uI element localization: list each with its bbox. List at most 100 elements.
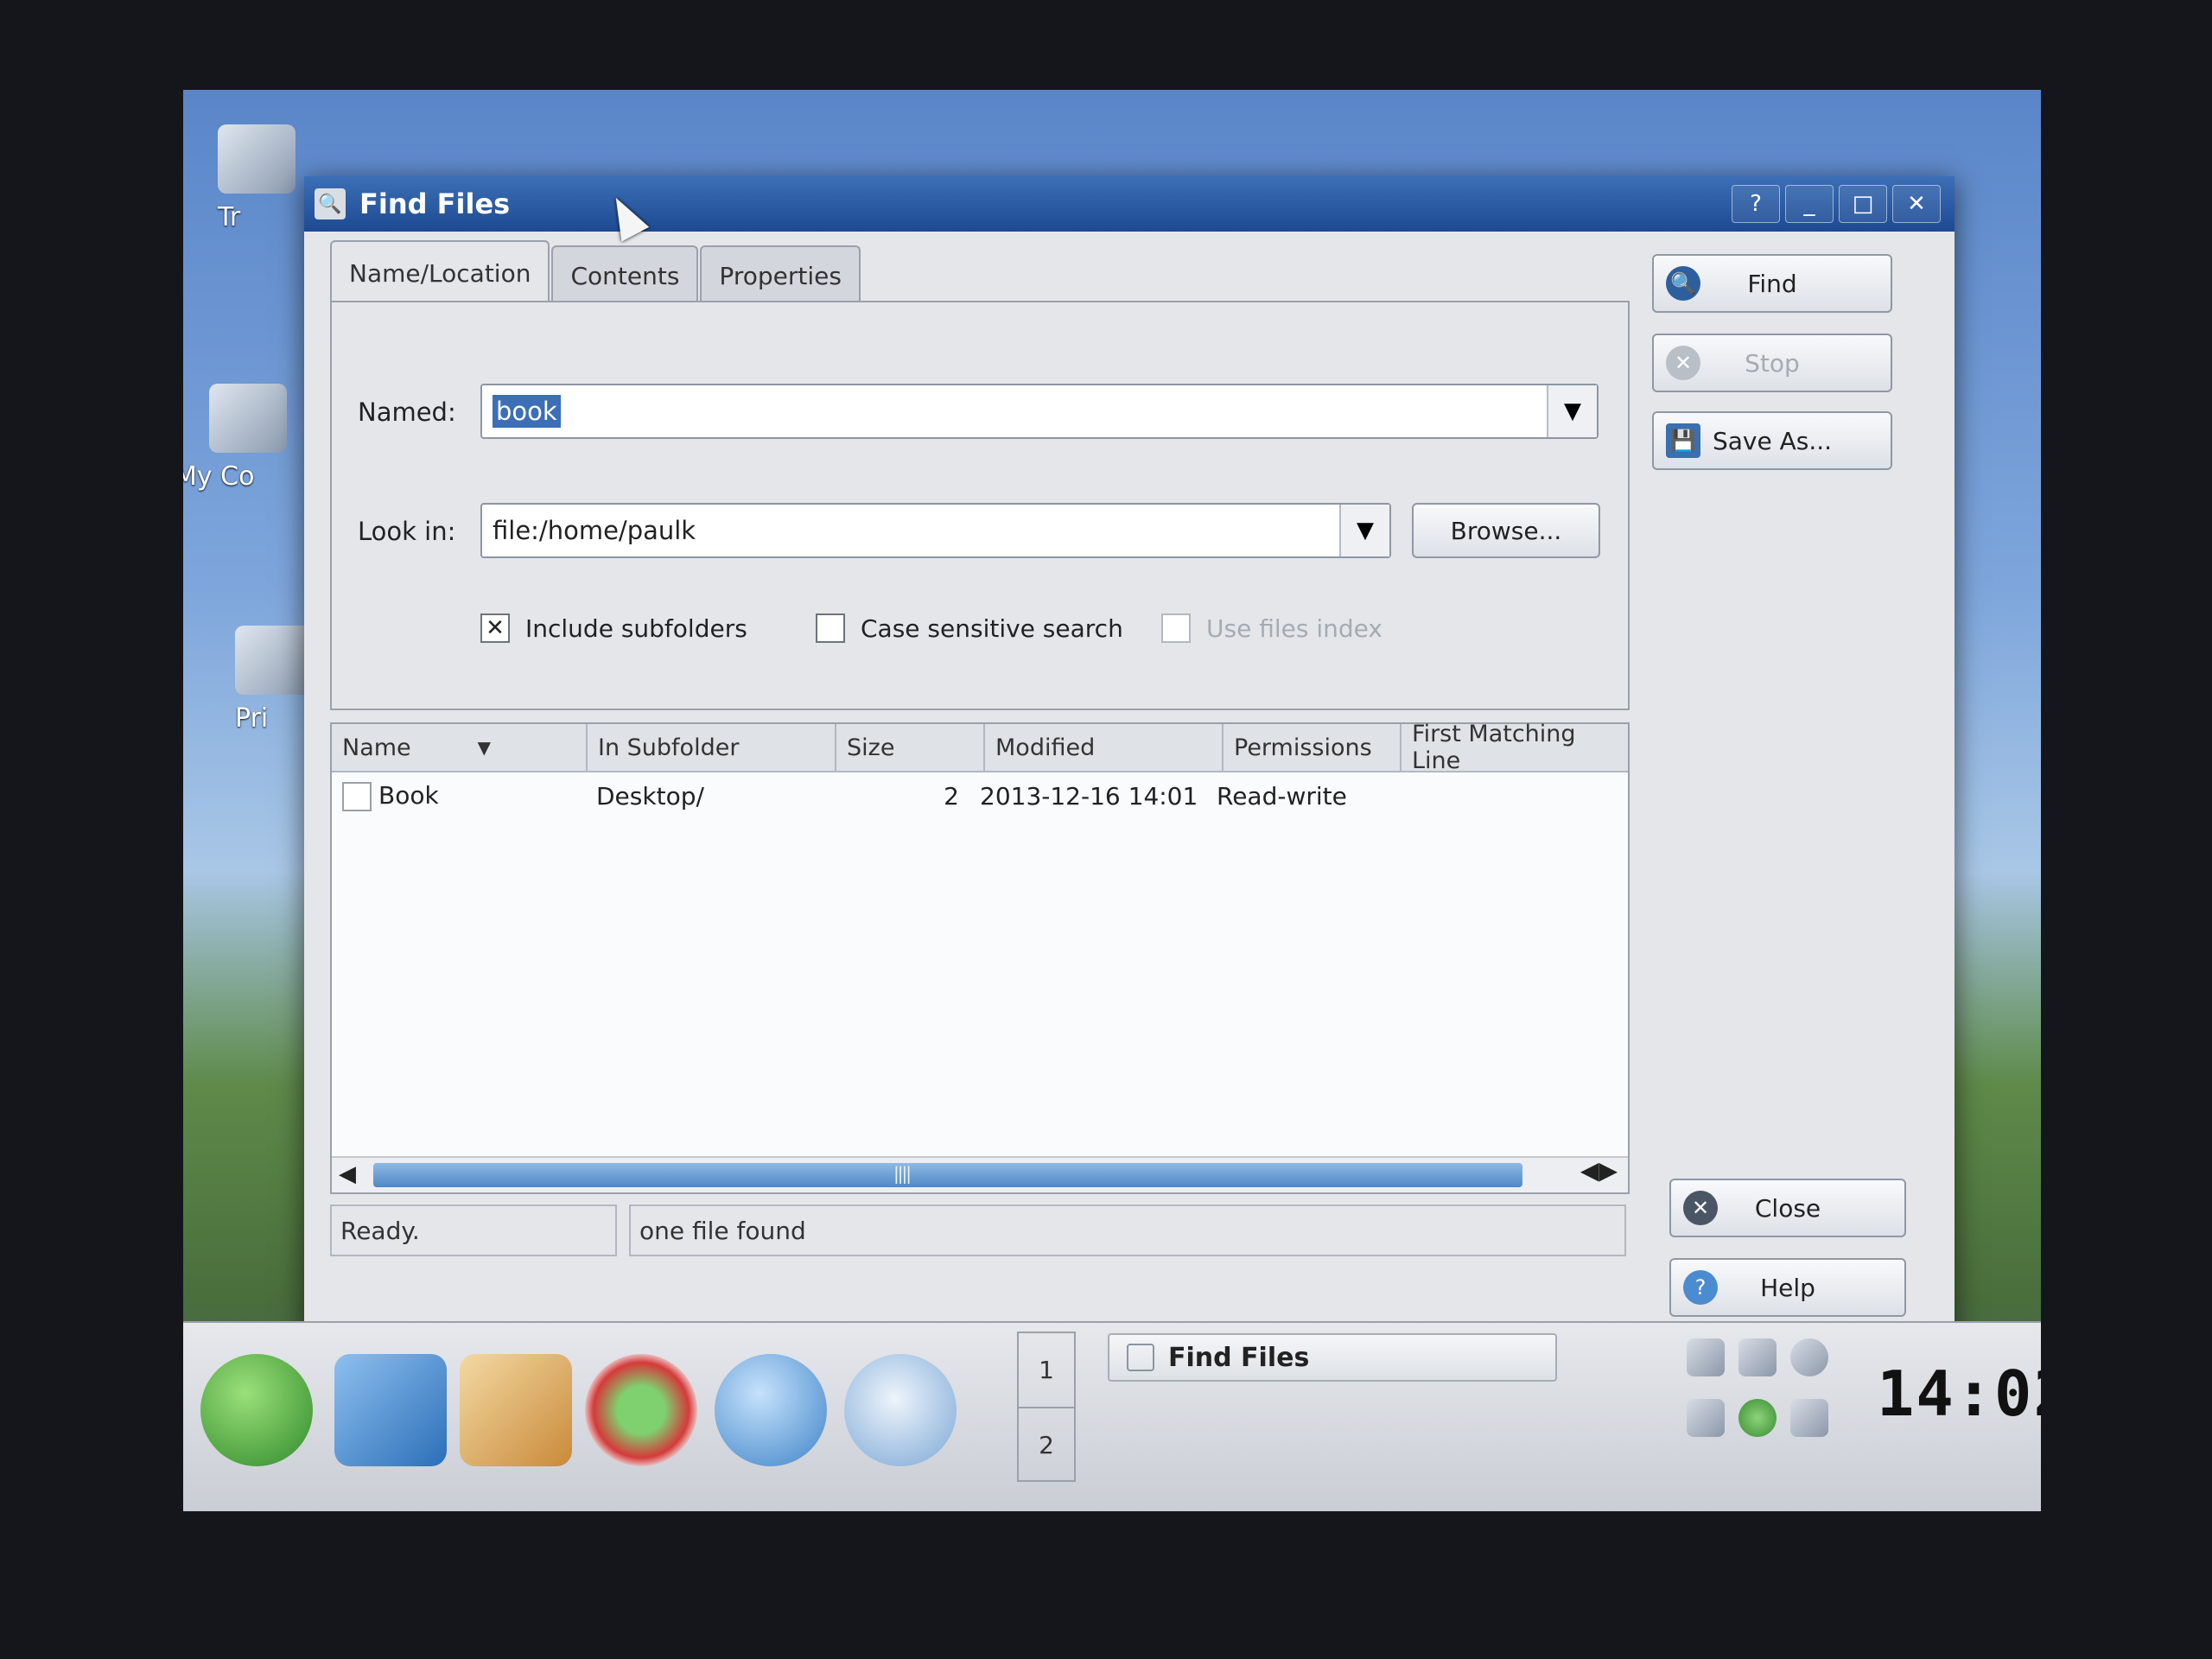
tab-name-location[interactable]: Name/Location: [330, 240, 550, 304]
volume-tray-icon[interactable]: [1790, 1338, 1828, 1376]
checkbox-unchecked-icon: [1161, 613, 1191, 643]
desktop-icon-my-computer[interactable]: My Co: [183, 384, 287, 492]
lookin-combo[interactable]: file:/home/paulk ▼: [480, 503, 1391, 558]
case-sensitive-label: Case sensitive search: [861, 613, 1123, 643]
named-input[interactable]: book: [482, 395, 1547, 428]
status-found: one file found: [629, 1205, 1626, 1256]
use-files-index-label: Use files index: [1206, 613, 1382, 643]
help-title-button[interactable]: ?: [1732, 185, 1780, 223]
desktop-icon-printer[interactable]: Pri: [235, 626, 313, 734]
network-tray-icon[interactable]: [1790, 1399, 1828, 1437]
column-header-subfolder[interactable]: In Subfolder: [588, 724, 836, 771]
chevron-down-icon[interactable]: ▼: [1339, 505, 1389, 556]
find-button-label: Find: [1747, 269, 1797, 298]
close-icon: ✕: [1683, 1191, 1718, 1225]
printer-tray-icon[interactable]: [1738, 1338, 1777, 1376]
include-subfolders-label: Include subfolders: [525, 613, 747, 643]
desktop-icon-label: Tr: [218, 202, 241, 232]
close-button-label: Close: [1754, 1193, 1821, 1223]
column-header-label: Name: [342, 734, 411, 761]
tab-bar: Name/Location Contents Properties: [330, 240, 862, 304]
cell-subfolder: Desktop/: [596, 781, 704, 810]
find-files-app-icon[interactable]: 🔍: [315, 188, 346, 219]
case-sensitive-checkbox[interactable]: Case sensitive search: [816, 613, 1123, 643]
task-label: Find Files: [1168, 1342, 1310, 1373]
results-header: Name ▼ In Subfolder Size Modified Permiss…: [332, 721, 1628, 774]
close-button[interactable]: ✕ Close: [1669, 1179, 1906, 1237]
trash-icon: [218, 124, 296, 194]
status-ready: Ready.: [330, 1205, 617, 1256]
include-subfolders-checkbox[interactable]: ✕ Include subfolders: [480, 613, 747, 643]
browse-button[interactable]: Browse...: [1412, 503, 1600, 558]
window-titlebar[interactable]: 🔍 Find Files ? _ □ ✕: [304, 176, 1955, 232]
file-manager-icon[interactable]: [460, 1354, 572, 1466]
printer-icon: [235, 626, 313, 695]
cell-permissions: Read-write: [1217, 781, 1347, 810]
cell-size: 2: [944, 781, 959, 810]
column-header-name[interactable]: Name ▼: [332, 724, 588, 771]
tab-properties[interactable]: Properties: [700, 245, 861, 304]
clipboard-tray-icon[interactable]: [1687, 1338, 1725, 1376]
column-header-permissions[interactable]: Permissions: [1224, 724, 1402, 771]
file-name: Book: [378, 780, 439, 810]
column-header-modified[interactable]: Modified: [985, 724, 1224, 771]
desktop-pager: 1 2: [1017, 1332, 1076, 1482]
window-title: Find Files: [359, 188, 511, 220]
find-button[interactable]: 🔍 Find: [1652, 254, 1892, 313]
scroll-left-icon[interactable]: ◀: [339, 1161, 356, 1187]
file-icon: [342, 781, 372, 811]
use-files-index-checkbox: Use files index: [1161, 613, 1382, 643]
column-header-first-line[interactable]: First Matching Line: [1402, 721, 1602, 774]
stop-icon: ✕: [1666, 346, 1700, 380]
computer-icon: [209, 384, 287, 453]
taskbar-find-files[interactable]: Find Files: [1108, 1333, 1557, 1382]
named-label: Named:: [358, 397, 456, 427]
tab-contents[interactable]: Contents: [551, 245, 699, 304]
stop-button-label: Stop: [1745, 348, 1800, 378]
find-files-window: 🔍 Find Files ? _ □ ✕ Name/Location Conte…: [304, 176, 1955, 1403]
column-header-size[interactable]: Size: [836, 724, 985, 771]
window-controls: ? _ □ ✕: [1732, 185, 1941, 223]
start-menu-icon[interactable]: [200, 1354, 313, 1466]
taskbar: 1 2 Find Files 14:02: [183, 1321, 2041, 1511]
update-tray-icon[interactable]: [1687, 1399, 1725, 1437]
chevron-down-icon[interactable]: ▼: [1547, 385, 1597, 437]
minimize-button[interactable]: _: [1785, 185, 1834, 223]
desktop-icon-trash[interactable]: Tr: [218, 124, 296, 232]
stop-button: ✕ Stop: [1652, 334, 1892, 392]
cell-name: Book: [332, 781, 586, 811]
sort-down-icon: ▼: [477, 737, 491, 758]
maximize-button[interactable]: □: [1839, 185, 1887, 223]
help-button-label: Help: [1760, 1273, 1815, 1302]
scrollbar-thumb[interactable]: [373, 1163, 1522, 1187]
cell-modified: 2013-12-16 14:01: [980, 781, 1198, 810]
named-input-value: book: [493, 395, 561, 428]
pager-desktop-1[interactable]: 1: [1019, 1333, 1074, 1408]
yast-icon[interactable]: [585, 1354, 697, 1466]
home-folder-icon[interactable]: [334, 1354, 447, 1466]
lookin-label: Look in:: [358, 517, 456, 546]
named-combo[interactable]: book ▼: [480, 384, 1599, 439]
save-as-button-label: Save As...: [1712, 426, 1833, 455]
pager-desktop-2[interactable]: 2: [1019, 1408, 1074, 1482]
table-row[interactable]: Book Desktop/ 2 2013-12-16 14:01 Read-wr…: [332, 772, 1628, 819]
suse-tray-icon[interactable]: [1738, 1399, 1777, 1437]
horizontal-scrollbar[interactable]: ◀ |||| ◀▶: [332, 1156, 1628, 1192]
results-list[interactable]: Name ▼ In Subfolder Size Modified Permiss…: [330, 721, 1630, 1194]
clock[interactable]: 14:02: [1877, 1357, 2041, 1430]
mail-client-icon[interactable]: [844, 1354, 957, 1466]
checkbox-checked-icon: ✕: [480, 613, 510, 643]
scroll-left-right-icon[interactable]: ◀▶: [1580, 1156, 1618, 1185]
grip-icon: ||||: [893, 1163, 912, 1184]
help-icon: ?: [1683, 1270, 1718, 1305]
help-button[interactable]: ? Help: [1669, 1258, 1906, 1317]
save-as-button[interactable]: 💾 Save As...: [1652, 411, 1892, 470]
close-title-button[interactable]: ✕: [1892, 185, 1941, 223]
find-icon: 🔍: [1666, 266, 1700, 301]
desktop: Tr My Co Pri 🔍 Find Files ? _ □ ✕ Name/L…: [183, 90, 2041, 1511]
find-files-task-icon: [1127, 1344, 1154, 1371]
lookin-input[interactable]: file:/home/paulk: [482, 516, 1339, 545]
web-browser-icon[interactable]: [715, 1354, 827, 1466]
save-icon: 💾: [1666, 423, 1700, 458]
desktop-icon-label: My Co: [183, 461, 255, 492]
